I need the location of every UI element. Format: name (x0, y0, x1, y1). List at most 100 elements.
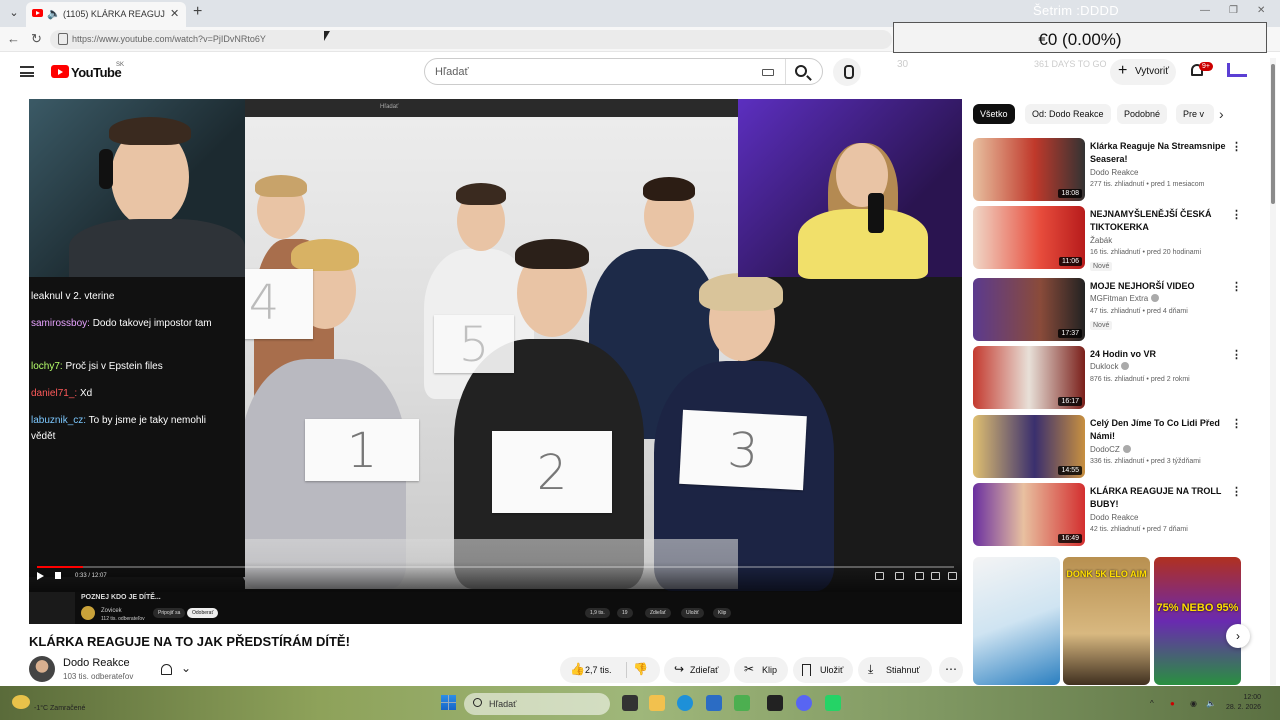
channel-name[interactable]: Dodo Reakce (63, 657, 130, 669)
channel-avatar[interactable] (29, 656, 55, 682)
download-button[interactable]: ⤓ Stiahnuť (858, 657, 932, 683)
weather-icon[interactable] (12, 695, 30, 709)
short-video[interactable]: DONK 5K ELO AIM (1063, 557, 1150, 685)
recommended-channel[interactable]: DodoCZ (1090, 445, 1131, 454)
wifi-icon[interactable]: ◉ (1190, 699, 1197, 708)
taskbar-search[interactable]: Hľadať (464, 693, 610, 715)
save-button[interactable]: Uložiť (793, 657, 853, 683)
recommended-video[interactable]: 17:37 MOJE NEJHORŠÍ VIDEO MGFitman Extra… (973, 278, 1243, 342)
minecraft-icon[interactable] (734, 695, 750, 711)
play-icon[interactable] (37, 572, 44, 580)
clip-button[interactable]: ✂ Klip (734, 657, 788, 683)
browser-tab-youtube[interactable]: 🔈 (1105) KLÁRKA REAGUJE NA T ✕ (26, 2, 186, 27)
recommended-channel[interactable]: Žabák (1090, 236, 1112, 245)
more-options-icon[interactable]: ⋮ (1231, 140, 1242, 153)
recommended-video[interactable]: 16:49 KLÁRKA REAGUJE NA TROLL BUBY! Dodo… (973, 483, 1243, 547)
video-player[interactable]: Hľadať 1 2 3 4 5 leaknul v 2. vterine sa… (29, 99, 962, 624)
speaker-tray-icon[interactable]: 🔈 (1206, 699, 1216, 708)
more-options-icon[interactable]: ⋮ (1231, 208, 1242, 221)
recommended-channel[interactable]: MGFitman Extra (1090, 294, 1160, 303)
progress-bar[interactable] (37, 566, 954, 568)
thumb-up-icon[interactable]: 👍 (570, 662, 585, 676)
search-icon[interactable] (795, 65, 807, 77)
restore-icon[interactable]: ❐ (1229, 5, 1238, 16)
menu-hamburger-icon[interactable] (20, 66, 34, 77)
create-button[interactable]: + Vytvoriť (1110, 59, 1176, 85)
back-arrow-icon[interactable]: ← (7, 31, 20, 46)
search-box[interactable]: Hľadať (424, 58, 823, 85)
youtube-logo-icon[interactable] (51, 65, 69, 78)
windows-start-icon[interactable] (441, 695, 456, 710)
microphone (868, 193, 884, 233)
tab-close-icon[interactable]: ✕ (170, 7, 179, 20)
video-thumbnail[interactable]: 11:06 (973, 206, 1085, 269)
account-avatar[interactable] (1227, 63, 1247, 77)
recommended-channel[interactable]: Duklock (1090, 362, 1130, 371)
cast-icon[interactable] (931, 572, 940, 580)
short-video[interactable] (973, 557, 1060, 685)
chip-for-you[interactable]: Pre v (1176, 104, 1214, 124)
short-video[interactable]: 75% NEBO 95% (1154, 557, 1241, 685)
url-input[interactable]: https://www.youtube.com/watch?v=PjIDvNRt… (50, 30, 892, 49)
recommended-channel[interactable]: Dodo Reakce (1090, 168, 1138, 177)
volume-icon[interactable] (55, 572, 61, 579)
recommended-video[interactable]: 11:06 NEJNAMYŠLENĚJŠÍ ČESKÁ TIKTOKERKA Ž… (973, 206, 1243, 271)
recommended-title[interactable]: KLÁRKA REAGUJE NA TROLL BUBY! (1090, 485, 1230, 511)
recommended-title[interactable]: MOJE NEJHORŠÍ VIDEO (1090, 280, 1230, 293)
youtube-logo-text[interactable]: YouTube (71, 65, 122, 80)
app-icon[interactable] (767, 695, 783, 711)
recommended-title[interactable]: 24 Hodin vo VR (1090, 348, 1230, 361)
video-thumbnail[interactable]: 14:55 (973, 415, 1085, 478)
new-tab-plus-icon[interactable]: + (193, 3, 202, 21)
video-thumbnail[interactable]: 16:17 (973, 346, 1085, 409)
recommended-title[interactable]: Celý Den Jíme To Co Lidi Před Námi! (1090, 417, 1230, 443)
edge-browser-icon[interactable] (677, 695, 693, 711)
video-thumbnail[interactable]: 17:37 (973, 278, 1085, 341)
more-actions-icon[interactable]: ⋯ (939, 657, 963, 683)
miniplayer-icon[interactable] (895, 572, 904, 580)
more-options-icon[interactable]: ⋮ (1231, 348, 1242, 361)
more-options-icon[interactable]: ⋮ (1231, 280, 1242, 293)
chips-next-chevron-icon[interactable]: › (1219, 106, 1224, 122)
scrollbar-thumb[interactable] (1271, 64, 1275, 204)
keyboard-icon[interactable] (762, 69, 774, 76)
recommended-video[interactable]: 16:17 24 Hodin vo VR Duklock 876 tis. zh… (973, 346, 1243, 410)
tray-up-chevron-icon[interactable]: ^ (1150, 699, 1154, 708)
speaker-icon[interactable]: 🔈 (47, 7, 61, 20)
theater-mode-icon[interactable] (915, 572, 924, 580)
video-thumbnail[interactable]: 18:08 (973, 138, 1085, 201)
fullscreen-icon[interactable] (948, 572, 957, 580)
share-button[interactable]: ↪ Zdieľať (664, 657, 730, 683)
recommended-video[interactable]: 14:55 Celý Den Jíme To Co Lidi Před Námi… (973, 415, 1243, 479)
chip-all[interactable]: Všetko (973, 104, 1015, 124)
recommended-title[interactable]: Klárka Reaguje Na Streamsnipe Seasera! (1090, 140, 1230, 166)
minimize-icon[interactable]: — (1200, 5, 1210, 16)
chip-related[interactable]: Podobné (1117, 104, 1168, 124)
more-options-icon[interactable]: ⋮ (1231, 417, 1242, 430)
store-icon[interactable] (706, 695, 722, 711)
settings-gear-icon[interactable] (875, 572, 884, 580)
recommended-channel[interactable]: Dodo Reakce (1090, 513, 1138, 522)
recommended-meta: 336 tis. zhliadnutí • pred 3 týždňami (1090, 458, 1201, 465)
like-dislike-button[interactable]: 👍 2,7 tis. 👎 (560, 657, 660, 683)
task-view-icon[interactable] (622, 695, 638, 711)
discord-icon[interactable] (796, 695, 812, 711)
thumb-down-icon[interactable]: 👎 (633, 662, 648, 676)
shorts-next-chevron-icon[interactable]: › (1226, 624, 1250, 648)
subscription-bell-button[interactable]: ⌄ (152, 657, 204, 683)
file-explorer-icon[interactable] (649, 695, 665, 711)
tab-list-chevron-icon[interactable]: ⌄ (4, 4, 24, 22)
system-clock[interactable]: 12:00 28. 2. 2026 (1226, 693, 1261, 713)
more-options-icon[interactable]: ⋮ (1231, 485, 1242, 498)
recommended-video[interactable]: 18:08 Klárka Reaguje Na Streamsnipe Seas… (973, 138, 1243, 202)
page-scrollbar[interactable] (1270, 58, 1276, 685)
video-thumbnail[interactable]: 16:49 (973, 483, 1085, 546)
recommended-title[interactable]: NEJNAMYŠLENĚJŠÍ ČESKÁ TIKTOKERKA (1090, 208, 1230, 234)
chat-app-icon[interactable] (825, 695, 841, 711)
close-window-icon[interactable]: ✕ (1257, 5, 1265, 16)
reload-icon[interactable]: ↻ (31, 31, 42, 47)
chip-from-channel[interactable]: Od: Dodo Reakce (1025, 104, 1111, 124)
voice-search-mic-icon[interactable] (833, 58, 861, 86)
tray-app-icon[interactable]: ● (1170, 699, 1175, 708)
site-info-icon[interactable] (58, 33, 68, 45)
